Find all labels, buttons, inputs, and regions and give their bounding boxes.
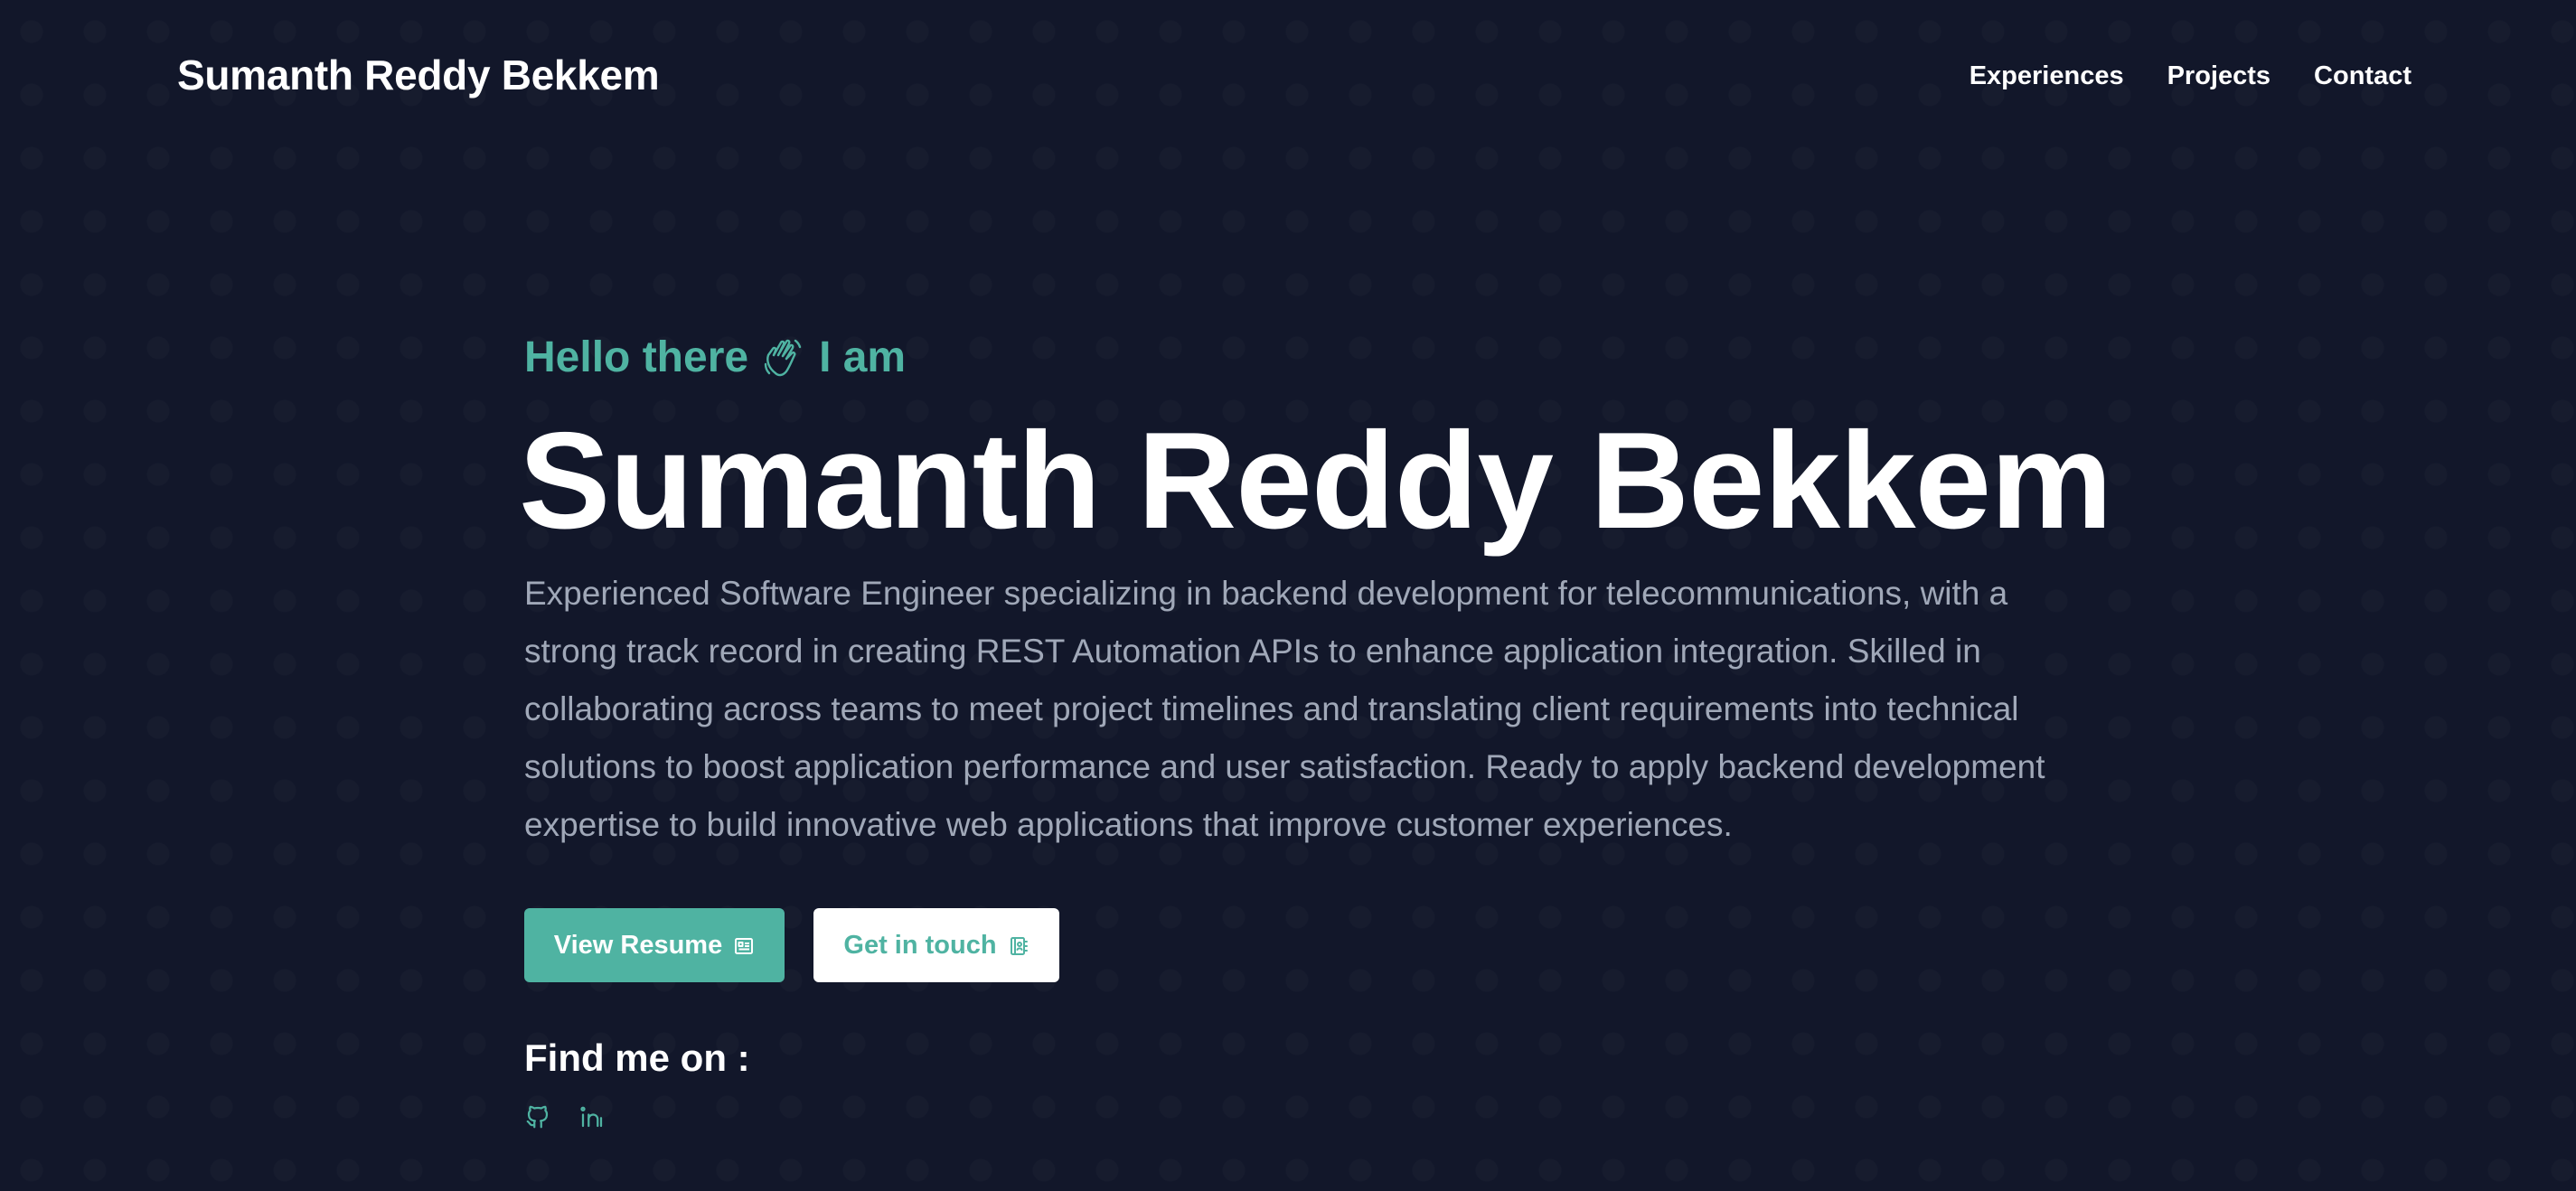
site-brand[interactable]: Sumanth Reddy Bekkem (177, 51, 660, 99)
bio-paragraph: Experienced Software Engineer specializi… (524, 575, 2045, 844)
main-nav: Experiences Projects Contact (1970, 61, 2411, 91)
hero-actions: View Resume Get in touch (524, 908, 2115, 983)
view-resume-label: View Resume (553, 930, 723, 960)
find-me-title: Find me on : (524, 1036, 750, 1080)
view-resume-button[interactable]: View Resume (524, 908, 785, 983)
page: Sumanth Reddy Bekkem Experiences Project… (0, 0, 2576, 1191)
linkedin-icon[interactable] (578, 1103, 606, 1130)
contact-book-icon (1008, 934, 1029, 956)
github-icon[interactable] (524, 1103, 551, 1130)
greeting-prefix: Hello there (524, 333, 749, 381)
hero-name: Sumanth Reddy Bekkem (519, 404, 2112, 558)
greeting-suffix: I am (819, 333, 907, 381)
nav-link-experiences[interactable]: Experiences (1970, 61, 2124, 91)
get-in-touch-label: Get in touch (843, 930, 997, 960)
waving-hand-icon (761, 333, 806, 380)
resume-icon (733, 934, 755, 956)
social-links (524, 1103, 2115, 1130)
nav-link-projects[interactable]: Projects (2167, 61, 2270, 91)
hero-section: Hello there I am Sumanth Reddy Bekkem Ex… (519, 321, 2115, 1130)
nav-link-contact[interactable]: Contact (2314, 61, 2411, 91)
greeting: Hello there I am (524, 321, 2115, 393)
get-in-touch-button[interactable]: Get in touch (813, 908, 1059, 983)
site-header: Sumanth Reddy Bekkem Experiences Project… (177, 0, 2411, 152)
